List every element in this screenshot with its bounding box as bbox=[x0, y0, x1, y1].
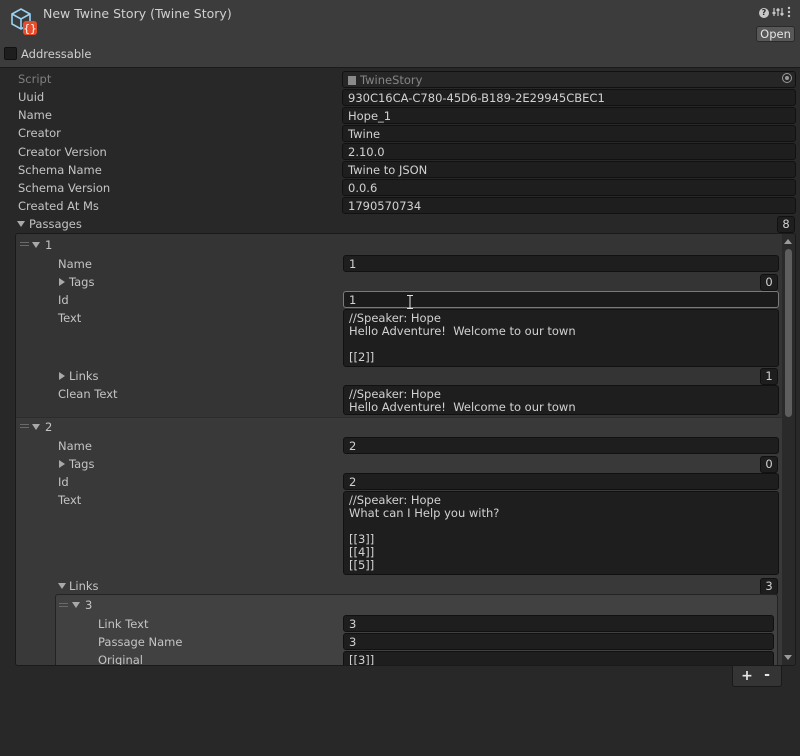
link-text-label: Link Text bbox=[98, 617, 149, 631]
creator-field[interactable]: Twine bbox=[342, 125, 796, 142]
preset-icon[interactable] bbox=[772, 6, 784, 18]
passage-2-id-label: Id bbox=[58, 475, 69, 489]
passages-foldout-arrow[interactable] bbox=[17, 221, 25, 227]
uuid-label: Uuid bbox=[18, 90, 45, 104]
twine-story-asset-icon: {} bbox=[8, 6, 38, 36]
passage-1-tags-count[interactable]: 0 bbox=[760, 274, 778, 291]
link-3-index[interactable]: 3 bbox=[85, 598, 92, 612]
creator-version-label: Creator Version bbox=[18, 145, 107, 159]
passage-2-tags-label[interactable]: Tags bbox=[69, 457, 94, 471]
creator-label: Creator bbox=[18, 126, 61, 140]
scroll-up-arrow-icon[interactable] bbox=[784, 239, 792, 244]
passage-name-field[interactable]: 3 bbox=[343, 633, 774, 650]
remove-element-button[interactable]: - bbox=[759, 668, 775, 684]
passage-2-links-label[interactable]: Links bbox=[69, 579, 99, 593]
passage-1-id-label: Id bbox=[58, 293, 69, 307]
passage-2-tags-foldout-arrow[interactable] bbox=[59, 460, 65, 468]
passage-1-links-count[interactable]: 1 bbox=[760, 368, 778, 385]
text-cursor-icon bbox=[407, 295, 413, 309]
passage-1-tags-label[interactable]: Tags bbox=[69, 275, 94, 289]
addressable-label: Addressable bbox=[21, 47, 92, 61]
passage-1-name-label: Name bbox=[58, 257, 92, 271]
original-field[interactable]: [[3]] bbox=[343, 651, 774, 665]
passage-2-name-label: Name bbox=[58, 439, 92, 453]
passage-2-index[interactable]: 2 bbox=[45, 420, 52, 434]
link-3-foldout-arrow[interactable] bbox=[72, 602, 80, 608]
open-button[interactable]: Open bbox=[756, 26, 795, 42]
scroll-down-arrow-icon[interactable] bbox=[784, 655, 792, 660]
passage-2-links-foldout-arrow[interactable] bbox=[58, 583, 66, 589]
passage-1-links-label[interactable]: Links bbox=[69, 369, 99, 383]
original-label: Original bbox=[98, 653, 144, 666]
passage-1-links-foldout-arrow[interactable] bbox=[59, 372, 65, 380]
passage-1-tags-foldout-arrow[interactable] bbox=[59, 278, 65, 286]
script-label: Script bbox=[18, 72, 52, 86]
name-label: Name bbox=[18, 108, 52, 122]
passage-2-id-field[interactable]: 2 bbox=[343, 473, 779, 490]
passages-count[interactable]: 8 bbox=[777, 216, 795, 233]
scrollbar-thumb[interactable] bbox=[785, 249, 792, 417]
inspector-title: New Twine Story (Twine Story) bbox=[43, 6, 232, 21]
script-field: TwineStory bbox=[342, 71, 796, 88]
add-element-button[interactable]: + bbox=[739, 668, 755, 684]
addressable-checkbox[interactable] bbox=[4, 47, 17, 60]
help-icon[interactable]: ? bbox=[759, 8, 769, 18]
schema-version-field[interactable]: 0.0.6 bbox=[342, 179, 796, 196]
passages-list: 1 Name 1 Tags 0 Id 1 Text //Speaker: Hop… bbox=[15, 233, 796, 666]
passage-2-tags-count[interactable]: 0 bbox=[760, 456, 778, 473]
passages-label[interactable]: Passages bbox=[29, 217, 82, 231]
schema-name-field[interactable]: Twine to JSON bbox=[342, 161, 796, 178]
passage-1-foldout-arrow[interactable] bbox=[32, 242, 40, 248]
passage-1-name-field[interactable]: 1 bbox=[343, 255, 779, 272]
schema-version-label: Schema Version bbox=[18, 181, 111, 195]
created-at-field[interactable]: 1790570734 bbox=[342, 197, 796, 214]
passage-2-text-area[interactable]: //Speaker: Hope What can I Help you with… bbox=[343, 491, 779, 575]
passage-2-foldout-arrow[interactable] bbox=[32, 424, 40, 430]
link-text-field[interactable]: 3 bbox=[343, 615, 774, 632]
passage-2-name-field[interactable]: 2 bbox=[343, 437, 779, 454]
object-picker-icon[interactable] bbox=[782, 73, 792, 83]
script-value: TwineStory bbox=[360, 73, 423, 87]
passage-1-clean-text-label: Clean Text bbox=[58, 387, 118, 401]
passage-1-text-area[interactable]: //Speaker: Hope Hello Adventure! Welcome… bbox=[343, 309, 779, 367]
name-field[interactable]: Hope_1 bbox=[342, 107, 796, 124]
script-file-icon bbox=[348, 76, 356, 85]
creator-version-field[interactable]: 2.10.0 bbox=[342, 143, 796, 160]
passage-1-clean-text-area[interactable]: //Speaker: Hope Hello Adventure! Welcome… bbox=[343, 385, 779, 415]
kebab-menu-icon[interactable] bbox=[787, 6, 791, 18]
passage-2-links-count[interactable]: 3 bbox=[760, 578, 778, 595]
passage-2-text-label: Text bbox=[58, 493, 82, 507]
passage-1-index[interactable]: 1 bbox=[45, 238, 52, 252]
passage-1-text-label: Text bbox=[58, 311, 82, 325]
svg-text:{}: {} bbox=[23, 22, 36, 35]
passage-name-label: Passage Name bbox=[98, 635, 183, 649]
uuid-field[interactable]: 930C16CA-C780-45D6-B189-2E29945CBEC1 bbox=[342, 89, 796, 106]
created-at-label: Created At Ms bbox=[18, 199, 99, 213]
schema-name-label: Schema Name bbox=[18, 163, 102, 177]
